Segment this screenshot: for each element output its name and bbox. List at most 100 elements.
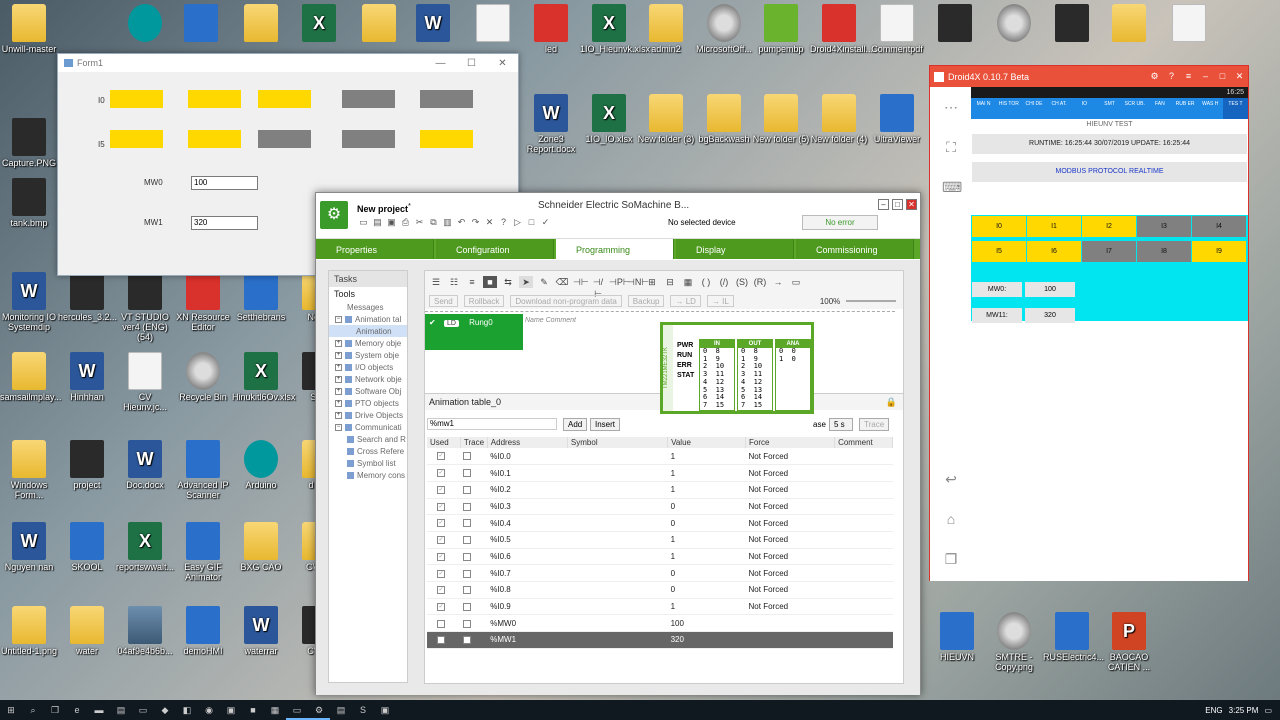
coil-icon[interactable]: ( ) — [699, 276, 713, 288]
desktop-icon[interactable]: Capture.PNG — [0, 118, 58, 168]
desktop-icon[interactable]: RUSElectric4... — [1043, 612, 1104, 662]
desktop-icon[interactable]: X 1IO_IO.xlsx — [580, 94, 638, 144]
expand-toggle-icon[interactable]: + — [335, 411, 342, 419]
table-row[interactable]: %MW0 100 — [427, 614, 893, 633]
desktop-icon[interactable]: MicrosoftOff... — [695, 4, 753, 54]
tab-configuration[interactable]: Configuration — [436, 239, 554, 259]
desktop-icon[interactable]: W Zone3 Report.docx — [522, 94, 580, 154]
used-checkbox[interactable] — [437, 636, 445, 645]
notifications-icon[interactable]: ▭ — [1264, 706, 1272, 715]
expand-toggle-icon[interactable]: + — [335, 339, 342, 347]
cell-force[interactable] — [745, 631, 835, 649]
table-row[interactable]: ✓ %I0.4 0 Not Forced — [427, 514, 893, 532]
trace-checkbox[interactable] — [463, 586, 472, 595]
tools-tree-item[interactable]: + Network obje — [329, 373, 407, 385]
app-icon[interactable]: ■ — [242, 700, 264, 720]
help-icon[interactable]: ? — [1163, 71, 1180, 82]
cell-force[interactable]: Not Forced — [745, 464, 835, 482]
tools-tree-item[interactable]: + PTO objects — [329, 397, 407, 409]
cell-force[interactable]: Not Forced — [745, 498, 835, 516]
desktop-icon[interactable]: Advanced IP Scanner — [174, 440, 232, 500]
stop-icon[interactable]: □ — [526, 217, 537, 228]
column-header[interactable]: Symbol — [567, 437, 669, 448]
check-icon[interactable]: ✓ — [540, 217, 551, 228]
cell-val[interactable]: 1 — [667, 598, 746, 616]
desktop-icon[interactable] — [1043, 4, 1101, 44]
cell-val[interactable]: 1 — [667, 548, 746, 566]
desktop-icon[interactable]: BXG CAO — [232, 522, 290, 572]
address-input[interactable]: %mw1 — [427, 418, 557, 430]
close-button[interactable]: ✕ — [1231, 71, 1248, 82]
trace-checkbox[interactable] — [463, 619, 472, 628]
table-row[interactable]: ✓ %I0.6 1 Not Forced — [427, 548, 893, 566]
desktop-icon[interactable]: pumpembp — [752, 4, 810, 54]
used-checkbox[interactable]: ✓ — [437, 602, 445, 611]
desktop-icon[interactable]: W Hinhhan — [58, 352, 116, 402]
used-checkbox[interactable]: ✓ — [437, 469, 445, 478]
rung-checkbox[interactable]: ✔ — [429, 318, 436, 327]
trace-button[interactable]: Trace — [859, 418, 890, 431]
trace-checkbox[interactable] — [463, 519, 472, 528]
fullscreen-icon[interactable]: ⛶ — [942, 139, 960, 156]
list-icon[interactable]: ≡ — [465, 276, 479, 288]
pencil-icon[interactable]: ✎ — [537, 276, 551, 288]
contact-nc-icon[interactable]: ⊣/⊢ — [591, 276, 605, 299]
desktop-icon[interactable]: Wwaterrar — [232, 606, 290, 656]
coil-neg-icon[interactable]: (/) — [717, 276, 731, 288]
desktop-icon[interactable]: Commentpdf — [868, 4, 926, 54]
cell-val[interactable]: 0 — [667, 514, 746, 532]
contact-no-icon[interactable]: ⊣⊢ — [573, 276, 589, 288]
trace-checkbox[interactable] — [463, 569, 472, 578]
app-icon[interactable]: ▣ — [220, 700, 242, 720]
app-icon[interactable]: ▤ — [330, 700, 352, 720]
desktop-icon[interactable]: Recycle Bin — [174, 352, 232, 402]
hmi-tab[interactable]: RUB ER — [1173, 98, 1198, 119]
tools-tree-item[interactable]: + System obje — [329, 349, 407, 361]
desktop-icon[interactable]: Arduino — [232, 440, 290, 490]
eraser-icon[interactable]: ⌫ — [555, 276, 569, 288]
desktop-icon[interactable]: tank.bmp — [0, 178, 58, 228]
table-row[interactable]: ✓ %I0.8 0 Not Forced — [427, 581, 893, 599]
trace-checkbox[interactable] — [463, 452, 472, 461]
used-checkbox[interactable] — [437, 619, 445, 628]
minimize-button[interactable]: — — [425, 58, 456, 69]
app-icon[interactable]: ▦ — [264, 700, 286, 720]
hmi-tab[interactable]: FAN — [1147, 98, 1172, 119]
desktop-icon[interactable] — [350, 4, 408, 44]
desktop-icon[interactable]: Easy GIF Animator — [174, 522, 232, 582]
cell-val[interactable]: 320 — [667, 631, 746, 649]
tools-tree-item[interactable]: Cross Refere — [329, 445, 407, 457]
contact-p-icon[interactable]: ⊣P⊢ — [609, 276, 631, 288]
used-checkbox[interactable]: ✓ — [437, 569, 445, 578]
hmi-tab[interactable]: CHI DE — [1021, 98, 1046, 119]
trace-checkbox[interactable] — [463, 552, 472, 561]
open-icon[interactable]: ▤ — [372, 217, 383, 228]
somachine-task-icon[interactable]: ⚙ — [308, 700, 330, 720]
home-icon[interactable]: ⌂ — [942, 511, 960, 527]
form1-titlebar[interactable]: Form1 — ☐ ✕ — [58, 54, 518, 72]
desktop-icon[interactable]: VT STUDIO ver4 (ENG)(54) — [116, 272, 174, 342]
desktop-icon[interactable]: X 1IO_Hieunvk.xlsx — [580, 4, 650, 54]
new-icon[interactable]: ▭ — [358, 217, 369, 228]
tools-tree-item[interactable]: + Memory obje — [329, 337, 407, 349]
desktop-icon[interactable]: admin2 — [637, 4, 695, 54]
menu-icon[interactable]: ≡ — [1180, 71, 1197, 82]
hmi-tab[interactable]: CH AT. — [1047, 98, 1072, 119]
il-mode-icon[interactable]: ⇆ — [501, 276, 515, 288]
ld-mode-icon[interactable]: ■ — [483, 276, 497, 288]
compare-icon[interactable]: ⊟ — [663, 276, 677, 288]
trace-checkbox[interactable] — [463, 636, 472, 645]
vs-icon[interactable]: ◆ — [154, 700, 176, 720]
back-icon[interactable]: ↩ — [942, 471, 960, 488]
table-row[interactable]: ✓ %I0.9 1 Not Forced — [427, 598, 893, 616]
trace-checkbox[interactable] — [463, 536, 472, 545]
coil-reset-icon[interactable]: (R) — [753, 276, 767, 288]
expand-toggle-icon[interactable]: − — [335, 423, 342, 431]
cell-val[interactable]: 0 — [667, 564, 746, 582]
desktop-icon[interactable]: demoHMI — [174, 606, 232, 656]
expand-toggle-icon[interactable]: − — [335, 315, 342, 323]
desktop-icon[interactable]: UltraViewer — [868, 94, 926, 144]
trace-checkbox[interactable] — [463, 486, 472, 495]
keyboard-icon[interactable]: ⌨ — [942, 179, 962, 196]
column-header[interactable]: Address — [487, 437, 568, 448]
